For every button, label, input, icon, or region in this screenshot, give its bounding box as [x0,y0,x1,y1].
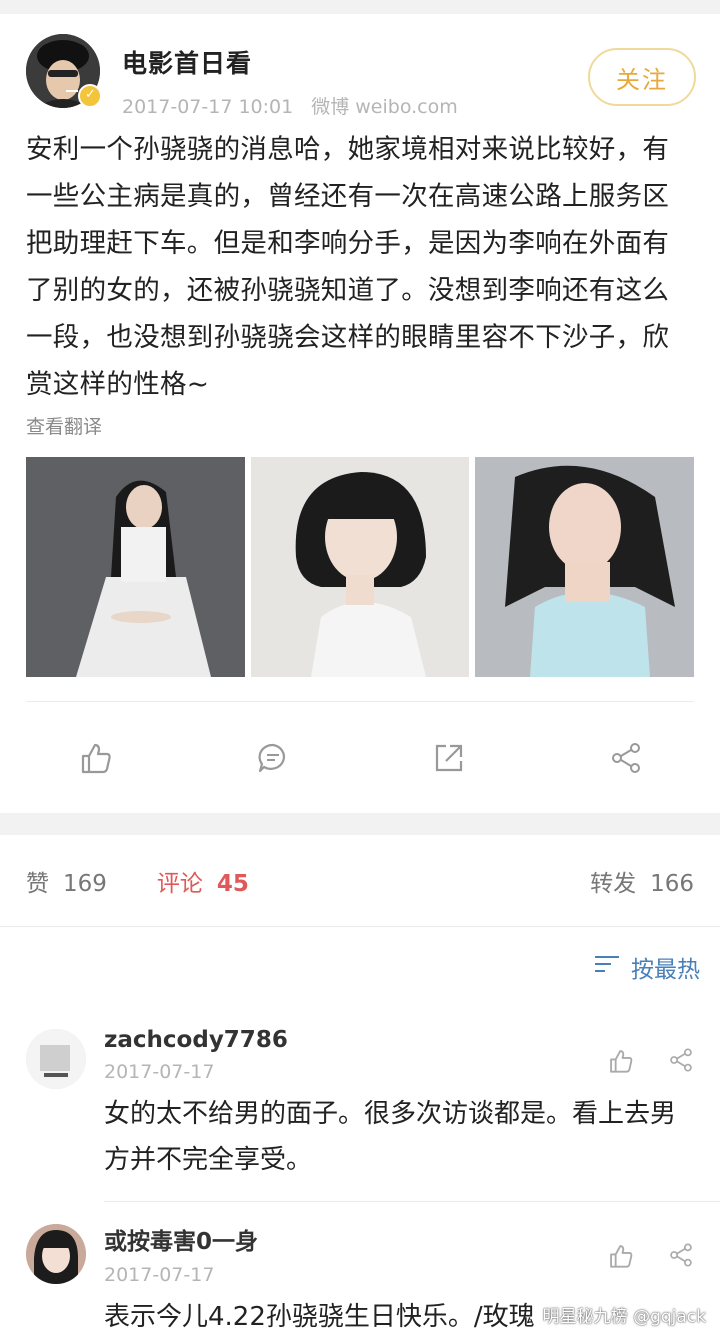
post-header: 电影首日看 2017-07-17 10:01 微博 weibo.com 关注 [26,34,696,122]
comment-list: zachcody7786 2017-07-17 女的太不给男的面子。很多次访谈都… [0,1007,720,1337]
comment-like-icon[interactable] [608,1047,634,1075]
sort-icon [593,953,621,981]
comment-date: 2017-07-17 [104,1264,215,1286]
tab-reposts[interactable]: 转发 166 [590,864,694,898]
comment-icon[interactable] [253,738,293,778]
comment-text: 女的太不给男的面子。很多次访谈都是。看上去男方并不完全享受。 [104,1099,677,1175]
post-action-bar [26,701,694,813]
watermark: 明星秘九榜 @gqjack [542,1307,706,1327]
section-spacer [0,813,720,835]
top-spacer [0,0,720,14]
author-avatar[interactable] [26,34,102,108]
sort-hot-button[interactable]: 按最热 [631,950,700,984]
reposts-label: 转发 [590,870,637,897]
tab-likes[interactable]: 赞 169 [26,864,107,898]
like-icon[interactable] [76,738,116,778]
commenter-name[interactable]: 或按毒害0一身 [104,1220,694,1256]
photo-1[interactable] [26,457,245,677]
translate-link[interactable]: 查看翻译 [26,412,694,439]
comment-share-icon[interactable] [668,1242,694,1268]
share-icon[interactable] [606,738,646,778]
repost-icon[interactable] [429,738,469,778]
commenter-avatar[interactable] [26,1029,86,1089]
comment-like-icon[interactable] [608,1242,634,1270]
commenter-name[interactable]: zachcody7786 [104,1025,694,1053]
comments-label: 评论 [156,870,203,897]
comment-date: 2017-07-17 [104,1061,215,1083]
sort-bar: 按最热 [0,927,720,1007]
post-meta: 2017-07-17 10:01 微博 weibo.com [122,92,458,119]
post-date: 2017-07-17 10:01 [122,96,294,118]
post-body-text: 安利一个孙骁骁的消息哈，她家境相对来说比较好，有一些公主病是真的，曾经还有一次在… [26,134,670,400]
comments-count: 45 [216,870,249,897]
photo-grid [26,457,695,677]
stats-tabs: 赞 169 评论 45 转发 166 [0,835,720,927]
likes-count: 169 [63,870,107,897]
comment-item: zachcody7786 2017-07-17 女的太不给男的面子。很多次访谈都… [0,1007,720,1183]
weibo-post: 电影首日看 2017-07-17 10:01 微博 weibo.com 关注 安利… [0,14,720,813]
comment-share-icon[interactable] [668,1047,694,1073]
likes-label: 赞 [26,870,49,897]
reposts-count: 166 [650,870,694,897]
author-name[interactable]: 电影首日看 [122,44,458,80]
commenter-avatar[interactable] [26,1224,86,1284]
photo-2[interactable] [250,457,470,677]
follow-button[interactable]: 关注 [588,48,696,106]
tab-comments[interactable]: 评论 45 [157,864,249,898]
verified-badge-icon [78,84,102,108]
post-source: 微博 weibo.com [311,96,458,118]
photo-3[interactable] [475,457,695,677]
user-meta: 电影首日看 2017-07-17 10:01 微博 weibo.com [122,34,458,119]
